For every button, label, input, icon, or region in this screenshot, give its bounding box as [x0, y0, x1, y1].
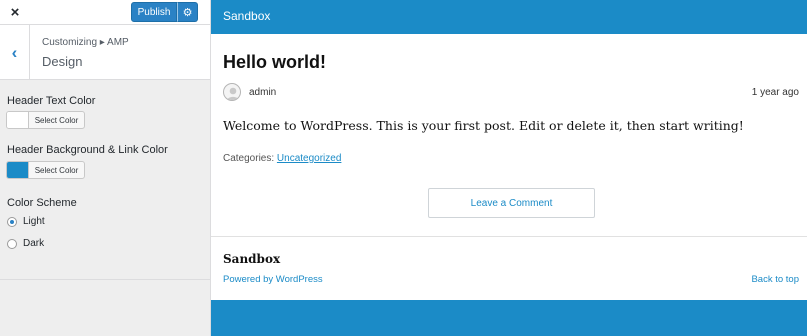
back-chevron-icon[interactable]: ‹	[0, 25, 30, 80]
publish-group: Publish ⚙	[131, 2, 198, 22]
post-categories: Categories: Uncategorized	[223, 153, 341, 164]
back-to-top-link[interactable]: Back to top	[751, 274, 799, 285]
color-scheme-light-option[interactable]: Light	[7, 216, 45, 227]
header-text-color-picker[interactable]: Select Color	[6, 111, 85, 129]
color-swatch	[7, 112, 29, 128]
color-scheme-label: Color Scheme	[7, 197, 77, 209]
radio-unselected-icon[interactable]	[7, 238, 17, 249]
leave-comment-button[interactable]: Leave a Comment	[428, 188, 595, 218]
header-bg-color-picker[interactable]: Select Color	[6, 161, 85, 179]
post-date: 1 year ago	[751, 87, 799, 98]
customizer-topbar: × Publish ⚙	[0, 0, 210, 25]
radio-label: Dark	[23, 238, 45, 249]
site-header: Sandbox	[211, 0, 807, 34]
gear-icon[interactable]: ⚙	[177, 2, 198, 22]
site-preview: Sandbox Hello world! admin 1 year ago We…	[211, 0, 807, 336]
footer-divider	[211, 236, 807, 237]
post-author: admin	[249, 87, 277, 98]
post-title: Hello world!	[223, 52, 326, 72]
powered-by-link[interactable]: Powered by WordPress	[223, 274, 323, 285]
section-title: Design	[42, 54, 83, 69]
site-footer-bar	[211, 300, 807, 336]
close-icon[interactable]: ×	[0, 0, 30, 25]
color-swatch	[7, 162, 29, 178]
sidebar-divider	[0, 279, 210, 280]
section-header: ‹ Customizing ▸ AMP Design	[0, 25, 210, 80]
post-content: Welcome to WordPress. This is your first…	[223, 118, 744, 133]
radio-label: Light	[23, 216, 45, 227]
avatar	[223, 83, 241, 101]
select-color-button[interactable]: Select Color	[29, 162, 84, 178]
header-text-color-label: Header Text Color	[7, 95, 96, 107]
customizer-sidebar: × Publish ⚙ ‹ Customizing ▸ AMP Design H…	[0, 0, 211, 336]
select-color-button[interactable]: Select Color	[29, 112, 84, 128]
footer-site-title[interactable]: Sandbox	[223, 252, 280, 266]
breadcrumb: Customizing ▸ AMP	[42, 37, 129, 48]
category-link[interactable]: Uncategorized	[277, 153, 341, 164]
categories-label: Categories:	[223, 153, 275, 164]
site-title[interactable]: Sandbox	[223, 9, 270, 23]
header-bg-color-label: Header Background & Link Color	[7, 144, 168, 156]
radio-selected-icon[interactable]	[7, 216, 17, 227]
color-scheme-dark-option[interactable]: Dark	[7, 238, 44, 249]
publish-button[interactable]: Publish	[131, 2, 177, 22]
